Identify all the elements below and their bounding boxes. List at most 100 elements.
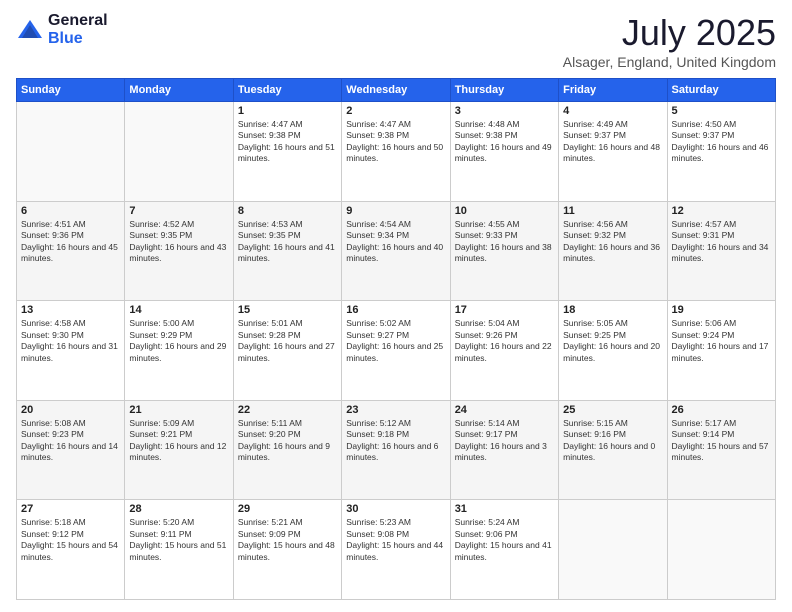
day-info: Sunrise: 4:47 AM Sunset: 9:38 PM Dayligh… <box>346 119 445 165</box>
day-number: 2 <box>346 105 445 117</box>
day-info: Sunrise: 5:17 AM Sunset: 9:14 PM Dayligh… <box>672 418 771 464</box>
calendar-week-row: 6Sunrise: 4:51 AM Sunset: 9:36 PM Daylig… <box>17 201 776 301</box>
table-row: 21 Sunrise: 5:09 AM Sunset: 9:21 PM Dayli… <box>125 400 233 500</box>
col-wednesday: Wednesday <box>342 79 450 102</box>
day-info: Sunrise: 5:01 AM Sunset: 9:28 PM Dayligh… <box>238 318 337 364</box>
table-row: 3 Sunrise: 4:48 AM Sunset: 9:38 PM Daylig… <box>450 102 558 202</box>
day-number: 7 <box>129 205 228 217</box>
table-row: 7 Sunrise: 4:52 AM Sunset: 9:35 PM Daylig… <box>125 201 233 301</box>
table-row: 25 Sunrise: 5:15 AM Sunset: 9:16 PM Dayli… <box>559 400 667 500</box>
day-info: Sunrise: 4:50 AM Sunset: 9:37 PM Dayligh… <box>672 119 771 165</box>
day-info: Sunrise: 5:14 AM Sunset: 9:17 PM Dayligh… <box>455 418 554 464</box>
day-number: 5 <box>672 105 771 117</box>
col-tuesday: Tuesday <box>233 79 341 102</box>
table-row <box>667 500 775 600</box>
col-monday: Monday <box>125 79 233 102</box>
subtitle: Alsager, England, United Kingdom <box>563 54 776 70</box>
table-row: 1 Sunrise: 4:47 AM Sunset: 9:38 PM Daylig… <box>233 102 341 202</box>
table-row: 4 Sunrise: 4:49 AM Sunset: 9:37 PM Daylig… <box>559 102 667 202</box>
table-row: 20Sunrise: 5:08 AM Sunset: 9:23 PM Dayli… <box>17 400 125 500</box>
table-row: 19 Sunrise: 5:06 AM Sunset: 9:24 PM Dayli… <box>667 301 775 401</box>
day-info: Sunrise: 5:18 AM Sunset: 9:12 PM Dayligh… <box>21 517 120 563</box>
day-info: Sunrise: 5:09 AM Sunset: 9:21 PM Dayligh… <box>129 418 228 464</box>
day-info: Sunrise: 4:54 AM Sunset: 9:34 PM Dayligh… <box>346 219 445 265</box>
day-number: 8 <box>238 205 337 217</box>
day-number: 22 <box>238 404 337 416</box>
day-number: 26 <box>672 404 771 416</box>
table-row: 31 Sunrise: 5:24 AM Sunset: 9:06 PM Dayli… <box>450 500 558 600</box>
day-info: Sunrise: 5:06 AM Sunset: 9:24 PM Dayligh… <box>672 318 771 364</box>
day-info: Sunrise: 4:53 AM Sunset: 9:35 PM Dayligh… <box>238 219 337 265</box>
table-row: 22 Sunrise: 5:11 AM Sunset: 9:20 PM Dayli… <box>233 400 341 500</box>
table-row: 30Sunrise: 5:23 AM Sunset: 9:08 PM Dayli… <box>342 500 450 600</box>
table-row: 10 Sunrise: 4:55 AM Sunset: 9:33 PM Dayli… <box>450 201 558 301</box>
table-row: 26 Sunrise: 5:17 AM Sunset: 9:14 PM Dayli… <box>667 400 775 500</box>
day-number: 24 <box>455 404 554 416</box>
day-info: Sunrise: 5:04 AM Sunset: 9:26 PM Dayligh… <box>455 318 554 364</box>
table-row: 9Sunrise: 4:54 AM Sunset: 9:34 PM Daylig… <box>342 201 450 301</box>
day-info: Sunrise: 4:57 AM Sunset: 9:31 PM Dayligh… <box>672 219 771 265</box>
day-number: 3 <box>455 105 554 117</box>
table-row: 18Sunrise: 5:05 AM Sunset: 9:25 PM Dayli… <box>559 301 667 401</box>
day-number: 10 <box>455 205 554 217</box>
day-info: Sunrise: 5:11 AM Sunset: 9:20 PM Dayligh… <box>238 418 337 464</box>
col-friday: Friday <box>559 79 667 102</box>
day-number: 13 <box>21 304 120 316</box>
day-number: 14 <box>129 304 228 316</box>
day-info: Sunrise: 4:51 AM Sunset: 9:36 PM Dayligh… <box>21 219 120 265</box>
table-row: 24 Sunrise: 5:14 AM Sunset: 9:17 PM Dayli… <box>450 400 558 500</box>
day-number: 29 <box>238 503 337 515</box>
day-info: Sunrise: 5:20 AM Sunset: 9:11 PM Dayligh… <box>129 517 228 563</box>
day-number: 25 <box>563 404 662 416</box>
day-number: 21 <box>129 404 228 416</box>
day-number: 31 <box>455 503 554 515</box>
day-info: Sunrise: 5:12 AM Sunset: 9:18 PM Dayligh… <box>346 418 445 464</box>
day-number: 28 <box>129 503 228 515</box>
table-row: 8 Sunrise: 4:53 AM Sunset: 9:35 PM Daylig… <box>233 201 341 301</box>
logo-blue: Blue <box>48 30 108 48</box>
table-row: 5 Sunrise: 4:50 AM Sunset: 9:37 PM Daylig… <box>667 102 775 202</box>
day-info: Sunrise: 4:52 AM Sunset: 9:35 PM Dayligh… <box>129 219 228 265</box>
day-number: 11 <box>563 205 662 217</box>
day-info: Sunrise: 5:24 AM Sunset: 9:06 PM Dayligh… <box>455 517 554 563</box>
day-number: 17 <box>455 304 554 316</box>
day-info: Sunrise: 5:23 AM Sunset: 9:08 PM Dayligh… <box>346 517 445 563</box>
day-number: 4 <box>563 105 662 117</box>
table-row: 28 Sunrise: 5:20 AM Sunset: 9:11 PM Dayli… <box>125 500 233 600</box>
table-row: 17 Sunrise: 5:04 AM Sunset: 9:26 PM Dayli… <box>450 301 558 401</box>
day-info: Sunrise: 5:21 AM Sunset: 9:09 PM Dayligh… <box>238 517 337 563</box>
page: General Blue July 2025 Alsager, England,… <box>0 0 792 612</box>
table-row: 11 Sunrise: 4:56 AM Sunset: 9:32 PM Dayli… <box>559 201 667 301</box>
logo-icon <box>16 16 44 44</box>
col-thursday: Thursday <box>450 79 558 102</box>
table-row: 15 Sunrise: 5:01 AM Sunset: 9:28 PM Dayli… <box>233 301 341 401</box>
table-row <box>559 500 667 600</box>
day-info: Sunrise: 4:56 AM Sunset: 9:32 PM Dayligh… <box>563 219 662 265</box>
day-number: 19 <box>672 304 771 316</box>
day-number: 1 <box>238 105 337 117</box>
calendar-week-row: 13 Sunrise: 4:58 AM Sunset: 9:30 PM Dayli… <box>17 301 776 401</box>
calendar-week-row: 1 Sunrise: 4:47 AM Sunset: 9:38 PM Daylig… <box>17 102 776 202</box>
day-info: Sunrise: 4:55 AM Sunset: 9:33 PM Dayligh… <box>455 219 554 265</box>
day-number: 15 <box>238 304 337 316</box>
day-info: Sunrise: 4:48 AM Sunset: 9:38 PM Dayligh… <box>455 119 554 165</box>
day-info: Sunrise: 4:49 AM Sunset: 9:37 PM Dayligh… <box>563 119 662 165</box>
table-row: 29 Sunrise: 5:21 AM Sunset: 9:09 PM Dayli… <box>233 500 341 600</box>
table-row: 13 Sunrise: 4:58 AM Sunset: 9:30 PM Dayli… <box>17 301 125 401</box>
col-saturday: Saturday <box>667 79 775 102</box>
day-info: Sunrise: 5:00 AM Sunset: 9:29 PM Dayligh… <box>129 318 228 364</box>
day-number: 23 <box>346 404 445 416</box>
day-number: 20 <box>21 404 120 416</box>
calendar-week-row: 27Sunrise: 5:18 AM Sunset: 9:12 PM Dayli… <box>17 500 776 600</box>
day-info: Sunrise: 5:02 AM Sunset: 9:27 PM Dayligh… <box>346 318 445 364</box>
calendar-table: Sunday Monday Tuesday Wednesday Thursday… <box>16 78 776 600</box>
title-block: July 2025 Alsager, England, United Kingd… <box>563 12 776 70</box>
table-row <box>125 102 233 202</box>
day-info: Sunrise: 4:58 AM Sunset: 9:30 PM Dayligh… <box>21 318 120 364</box>
table-row: 14 Sunrise: 5:00 AM Sunset: 9:29 PM Dayli… <box>125 301 233 401</box>
table-row: 23 Sunrise: 5:12 AM Sunset: 9:18 PM Dayli… <box>342 400 450 500</box>
day-info: Sunrise: 5:15 AM Sunset: 9:16 PM Dayligh… <box>563 418 662 464</box>
table-row: 12Sunrise: 4:57 AM Sunset: 9:31 PM Dayli… <box>667 201 775 301</box>
day-number: 18 <box>563 304 662 316</box>
day-info: Sunrise: 4:47 AM Sunset: 9:38 PM Dayligh… <box>238 119 337 165</box>
